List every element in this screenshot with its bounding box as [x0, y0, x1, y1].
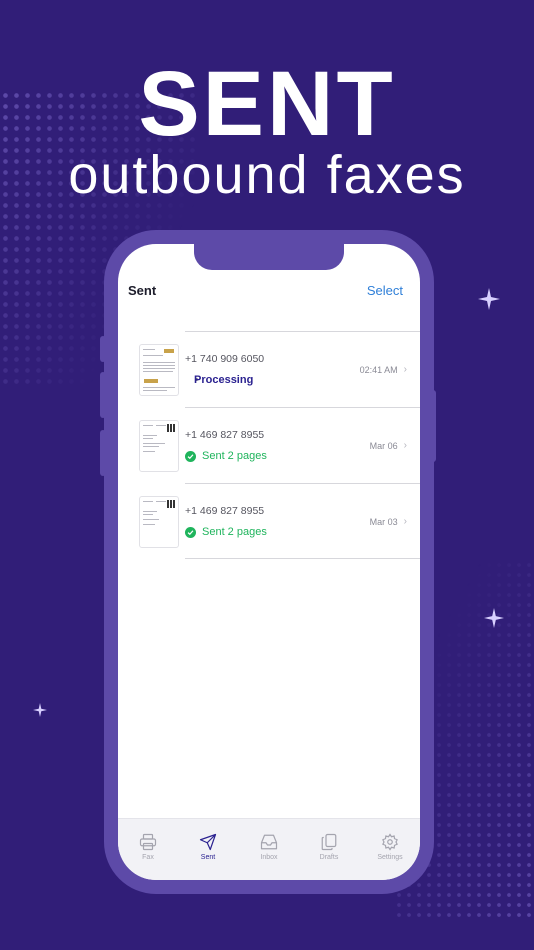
- inbox-tray-icon: [260, 834, 278, 850]
- phone-side-button: [100, 336, 106, 362]
- chevron-right-icon: ›: [403, 440, 407, 451]
- tab-label: Settings: [377, 854, 403, 861]
- list-item[interactable]: +1 740 909 6050 Processing 02:41 AM ›: [118, 331, 420, 407]
- tab-sent[interactable]: Sent: [183, 833, 233, 861]
- fax-thumbnail: [139, 420, 179, 472]
- list-item[interactable]: +1 469 827 8955 Sent 2 pages Mar 03 ›: [118, 483, 420, 559]
- gear-icon: [382, 833, 398, 851]
- status-text: Sent 2 pages: [202, 526, 267, 538]
- fax-list: +1 740 909 6050 Processing 02:41 AM › +1…: [118, 331, 420, 559]
- fax-date: Mar 06 ›: [370, 440, 407, 451]
- divider: [185, 331, 420, 332]
- fax-number: +1 740 909 6050: [185, 353, 265, 365]
- tab-label: Inbox: [260, 854, 278, 861]
- fax-number: +1 469 827 8955: [185, 429, 265, 441]
- status-text: Sent 2 pages: [202, 450, 267, 462]
- sparkle-icon: [484, 608, 504, 628]
- phone-notch: [194, 244, 344, 270]
- checkmark-circle-icon: [185, 450, 196, 462]
- divider: [185, 558, 420, 559]
- tab-settings[interactable]: Settings: [365, 833, 415, 861]
- phone-screen: Sent Select +1 740 909 6050 Processing 0…: [118, 244, 420, 880]
- tab-drafts[interactable]: Drafts: [304, 833, 354, 861]
- copy-document-icon: [321, 833, 337, 851]
- list-item[interactable]: +1 469 827 8955 Sent 2 pages Mar 06 ›: [118, 407, 420, 483]
- chevron-right-icon: ›: [403, 516, 407, 527]
- fax-status: Sent 2 pages: [185, 450, 267, 462]
- tab-bar: Fax Sent Inbox Drafts Settings: [118, 818, 420, 880]
- fax-status: Processing: [194, 374, 253, 386]
- phone-side-button: [430, 390, 436, 462]
- fax-number: +1 469 827 8955: [185, 505, 265, 517]
- tab-label: Drafts: [319, 854, 339, 861]
- fax-thumbnail: [139, 344, 179, 396]
- fax-date: Mar 03 ›: [370, 516, 407, 527]
- tab-inbox[interactable]: Inbox: [244, 833, 294, 861]
- phone-side-button: [100, 430, 106, 476]
- tab-label: Fax: [142, 854, 154, 861]
- status-text: Processing: [194, 374, 254, 386]
- tab-label: Sent: [200, 854, 216, 861]
- divider: [185, 407, 420, 408]
- date-text: Mar 03: [369, 516, 398, 527]
- chevron-right-icon: ›: [403, 364, 407, 375]
- fax-thumbnail: [139, 496, 179, 548]
- select-button[interactable]: Select: [367, 283, 403, 298]
- date-text: 02:41 AM: [359, 364, 398, 375]
- page-title: Sent: [128, 283, 157, 298]
- fax-date: 02:41 AM ›: [360, 364, 407, 375]
- sparkle-icon: [33, 703, 47, 717]
- hero-subline: outbound faxes: [68, 145, 466, 205]
- fax-status: Sent 2 pages: [185, 526, 267, 538]
- sparkle-icon: [478, 288, 500, 310]
- printer-icon: [139, 833, 157, 851]
- phone-side-button: [100, 372, 106, 418]
- paper-plane-icon: [199, 833, 217, 851]
- checkmark-circle-icon: [185, 526, 196, 538]
- divider: [185, 483, 420, 484]
- hero-headline: SENT: [138, 53, 396, 155]
- date-text: Mar 06: [369, 440, 398, 451]
- tab-fax[interactable]: Fax: [123, 833, 173, 861]
